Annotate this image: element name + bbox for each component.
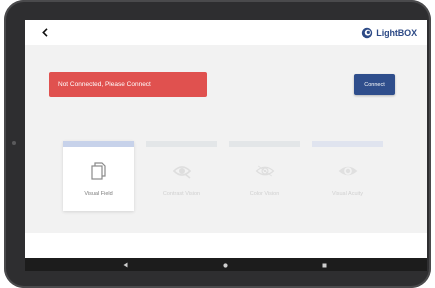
home-circle-icon bbox=[222, 262, 228, 268]
lightbox-logo-icon bbox=[362, 27, 373, 39]
connection-status-banner: Not Connected, Please Connect bbox=[49, 72, 207, 97]
recents-square-icon bbox=[322, 263, 326, 267]
color-eye-icon bbox=[254, 160, 276, 182]
back-button[interactable] bbox=[38, 25, 52, 39]
back-triangle-icon bbox=[123, 262, 127, 268]
connection-status-text: Not Connected, Please Connect bbox=[58, 81, 151, 88]
chevron-left-icon bbox=[42, 27, 48, 37]
nav-home-button[interactable] bbox=[221, 261, 229, 269]
document-copy-icon bbox=[88, 160, 110, 182]
app-screen: LightBOX Not Connected, Please Connect C… bbox=[25, 20, 427, 271]
eye-icon bbox=[337, 160, 359, 182]
app-header: LightBOX bbox=[25, 20, 427, 45]
connect-button[interactable]: Connect bbox=[354, 74, 395, 95]
tile-label: Visual Field bbox=[84, 191, 113, 197]
contrast-eye-icon bbox=[171, 160, 193, 182]
android-nav-bar bbox=[25, 258, 427, 271]
nav-recents-button[interactable] bbox=[320, 261, 328, 269]
tile-visual-field[interactable]: Visual Field bbox=[63, 141, 134, 211]
tile-label: Contrast Vision bbox=[162, 191, 201, 197]
footer-area bbox=[25, 233, 427, 258]
tablet-frame: LightBOX Not Connected, Please Connect C… bbox=[4, 0, 431, 288]
tile-color-vision: Color Vision bbox=[229, 141, 300, 211]
camera-icon bbox=[12, 141, 16, 145]
tile-visual-acuity: Visual Acuity bbox=[312, 141, 383, 211]
brand-name: LightBOX bbox=[376, 28, 417, 38]
tile-contrast-vision: Contrast Vision bbox=[146, 141, 217, 211]
tile-label: Color Vision bbox=[249, 191, 280, 197]
nav-back-button[interactable] bbox=[121, 261, 129, 269]
tile-label: Visual Acuity bbox=[331, 191, 364, 197]
brand-logo: LightBOX bbox=[361, 26, 417, 40]
